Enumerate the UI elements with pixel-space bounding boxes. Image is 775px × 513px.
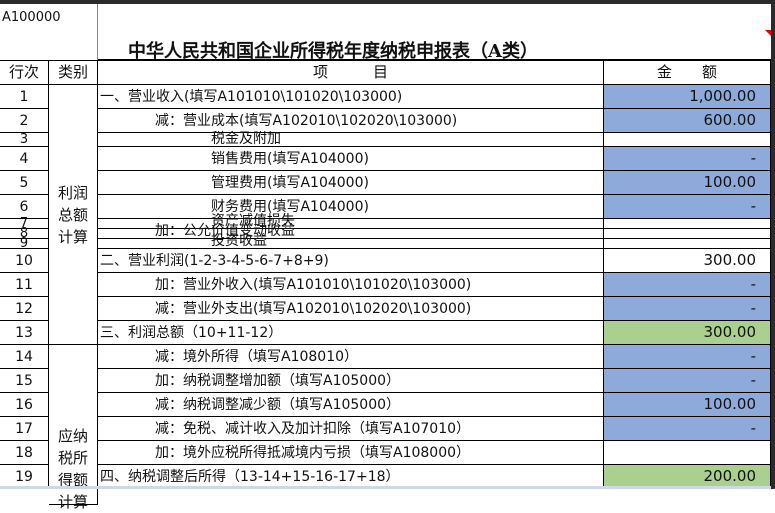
row-amount[interactable]: 600.00 xyxy=(604,109,771,133)
row-amount[interactable]: - xyxy=(604,195,771,219)
category-taxable-income[interactable]: 应纳税所得额计算 xyxy=(49,345,98,511)
row-amount[interactable]: 300.00 xyxy=(604,321,771,345)
row-item[interactable]: 减：营业成本(填写A102010\102020\103000) xyxy=(98,109,604,133)
row-item[interactable]: 三、利润总额（10+11-12） xyxy=(98,321,604,345)
row-number: 10 xyxy=(0,249,49,273)
row-amount[interactable] xyxy=(604,229,771,239)
row-amount[interactable]: 100.00 xyxy=(604,171,771,195)
row-number: 18 xyxy=(0,441,49,465)
row-amount[interactable]: - xyxy=(604,147,771,171)
header-amount: 金 额 xyxy=(604,60,771,85)
row-number: 1 xyxy=(0,85,49,109)
row-item[interactable]: 管理费用(填写A104000) xyxy=(98,171,604,195)
row-number: 3 xyxy=(0,133,49,147)
row-amount[interactable] xyxy=(604,219,771,229)
row-number: 11 xyxy=(0,273,49,297)
row-number: 15 xyxy=(0,369,49,393)
row-item[interactable]: 减：纳税调整减少额（填写A105000） xyxy=(98,393,604,417)
row-item[interactable]: 减：营业外支出(填写A102010\102020\103000) xyxy=(98,297,604,321)
header-item: 项 目 xyxy=(98,60,604,85)
row-item[interactable]: 投资收益 xyxy=(98,234,604,249)
row-amount[interactable]: 300.00 xyxy=(604,249,771,273)
row-item[interactable]: 财务费用(填写A104000) xyxy=(98,195,604,219)
window-right-border xyxy=(771,0,775,489)
row-item[interactable]: 加：境外应税所得抵减境内亏损（填写A108000） xyxy=(98,441,604,465)
row-number: 16 xyxy=(0,393,49,417)
row-item[interactable]: 加：纳税调整增加额（填写A105000） xyxy=(98,369,604,393)
row-item[interactable]: 销售费用(填写A104000) xyxy=(98,147,604,171)
row-number: 12 xyxy=(0,297,49,321)
row-item[interactable]: 加：公允价值变动收益 xyxy=(98,224,604,239)
row-item[interactable]: 加：营业外收入(填写A101010\101020\103000) xyxy=(98,273,604,297)
sheet-code: A100000 xyxy=(0,4,98,60)
row-number: 13 xyxy=(0,321,49,345)
row-amount[interactable] xyxy=(604,133,771,147)
row-amount[interactable]: - xyxy=(604,369,771,393)
page-title: 中华人民共和国企业所得税年度纳税申报表（A类） xyxy=(98,4,771,62)
row-amount[interactable]: - xyxy=(604,273,771,297)
row-amount[interactable]: - xyxy=(604,297,771,321)
category-profit[interactable]: 利润总额计算 xyxy=(49,85,98,345)
row-number: 9 xyxy=(0,237,49,250)
row-item[interactable]: 减：免税、减计收入及加计扣除（填写A107010） xyxy=(98,417,604,441)
header-category: 类别 xyxy=(49,60,98,85)
row-number: 5 xyxy=(0,171,49,195)
row-number: 4 xyxy=(0,147,49,171)
row-item[interactable]: 减：境外所得（填写A108010） xyxy=(98,345,604,369)
row-amount[interactable]: - xyxy=(604,345,771,369)
row-item[interactable]: 二、营业利润(1-2-3-4-5-6-7+8+9) xyxy=(98,249,604,273)
row-amount[interactable]: 100.00 xyxy=(604,393,771,417)
row-number: 17 xyxy=(0,417,49,441)
row-amount[interactable]: - xyxy=(604,417,771,441)
row-amount[interactable] xyxy=(604,239,771,249)
header-row-no: 行次 xyxy=(0,60,49,85)
row-item[interactable]: 税金及附加 xyxy=(98,132,604,147)
row-number: 2 xyxy=(0,109,49,133)
row-number: 14 xyxy=(0,345,49,369)
row-amount[interactable]: 1,000.00 xyxy=(604,85,771,109)
row-amount[interactable] xyxy=(604,441,771,465)
row-item[interactable]: 一、营业收入(填写A101010\101020\103000) xyxy=(98,85,604,109)
